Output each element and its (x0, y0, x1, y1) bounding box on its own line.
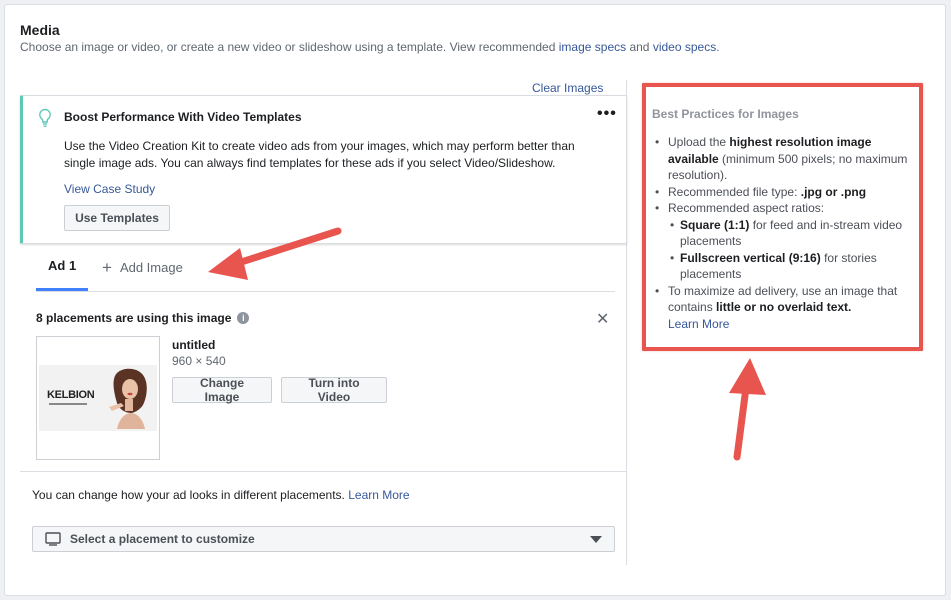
customize-learn-more-link[interactable]: Learn More (348, 488, 409, 502)
placements-text: 8 placements are using this image (36, 311, 232, 325)
image-thumbnail[interactable]: KELBION (36, 336, 160, 460)
media-title: Media (20, 22, 60, 38)
media-subtitle-text: Choose an image or video, or create a ne… (20, 40, 559, 54)
best-practices-box: Best Practices for Images Upload the hig… (642, 83, 923, 351)
bp-item3: Recommended aspect ratios: (668, 201, 825, 215)
placement-select[interactable]: Select a placement to customize (32, 526, 615, 552)
and-text: and (626, 40, 653, 54)
list-item: Upload the highest resolution image avai… (653, 134, 915, 184)
thumbnail-image: KELBION (39, 365, 157, 431)
media-subtitle: Choose an image or video, or create a ne… (20, 40, 720, 54)
placement-select-label: Select a placement to customize (70, 532, 255, 546)
more-options-icon[interactable]: ••• (597, 105, 617, 123)
bp-item4-bold: little or no overlaid text. (716, 300, 852, 314)
tab-ad-1[interactable]: Ad 1 (48, 258, 76, 273)
bp-sub2-bold: Fullscreen vertical (9:16) (680, 250, 821, 265)
file-name: untitled (172, 338, 216, 352)
change-image-button[interactable]: Change Image (172, 376, 272, 404)
boost-title: Boost Performance With Video Templates (64, 110, 302, 124)
bp-item2-bold: .jpg or .png (800, 184, 867, 199)
view-case-study-link[interactable]: View Case Study (64, 182, 155, 196)
thumbnail-tagline (49, 403, 87, 405)
list-item: Recommended aspect ratios: Square (1:1) … (653, 200, 915, 283)
customize-text: You can change how your ad looks in diff… (32, 488, 345, 502)
chevron-down-icon (590, 536, 602, 543)
file-dimensions: 960 × 540 (172, 354, 226, 368)
thumbnail-logo: KELBION (47, 389, 95, 401)
boost-body: Use the Video Creation Kit to create vid… (64, 139, 575, 170)
add-image-tab[interactable]: + Add Image (102, 257, 183, 277)
best-practices-title: Best Practices for Images (652, 107, 799, 121)
plus-icon: + (102, 258, 112, 277)
close-icon[interactable]: ✕ (596, 309, 609, 329)
clear-images-link[interactable]: Clear Images (532, 81, 603, 95)
turn-into-video-button[interactable]: Turn into Video (281, 376, 387, 404)
info-icon[interactable]: i (237, 312, 250, 324)
best-practices-list: Upload the highest resolution image avai… (653, 134, 915, 332)
list-item: Recommended file type: .jpg or .png (653, 184, 915, 201)
monitor-icon (45, 532, 61, 546)
list-item: Square (1:1) for feed and in-stream vide… (668, 217, 915, 250)
list-item: Fullscreen vertical (9:16) for stories p… (668, 250, 915, 283)
bp-learn-more-link[interactable]: Learn More (668, 317, 729, 331)
bp-item2-pre: Recommended file type: (668, 184, 801, 199)
bp-sub1-bold: Square (1:1) (680, 217, 750, 232)
boost-card: Boost Performance With Video Templates •… (20, 95, 627, 244)
aspect-ratio-list: Square (1:1) for feed and in-stream vide… (668, 217, 915, 283)
tab-divider (36, 291, 615, 292)
add-image-label: Add Image (119, 260, 183, 275)
use-templates-button[interactable]: Use Templates (64, 205, 170, 231)
lightbulb-icon (39, 108, 51, 127)
placements-note: 8 placements are using this image i (36, 311, 250, 325)
customize-note: You can change how your ad looks in diff… (32, 488, 410, 502)
video-specs-link[interactable]: video specs (653, 40, 716, 54)
image-specs-link[interactable]: image specs (559, 40, 626, 54)
bp-item1-pre: Upload the (668, 135, 730, 149)
thumbnail-photo (109, 368, 147, 429)
period: . (716, 40, 720, 54)
section-divider (20, 471, 627, 472)
list-item: To maximize ad delivery, use an image th… (653, 283, 915, 333)
